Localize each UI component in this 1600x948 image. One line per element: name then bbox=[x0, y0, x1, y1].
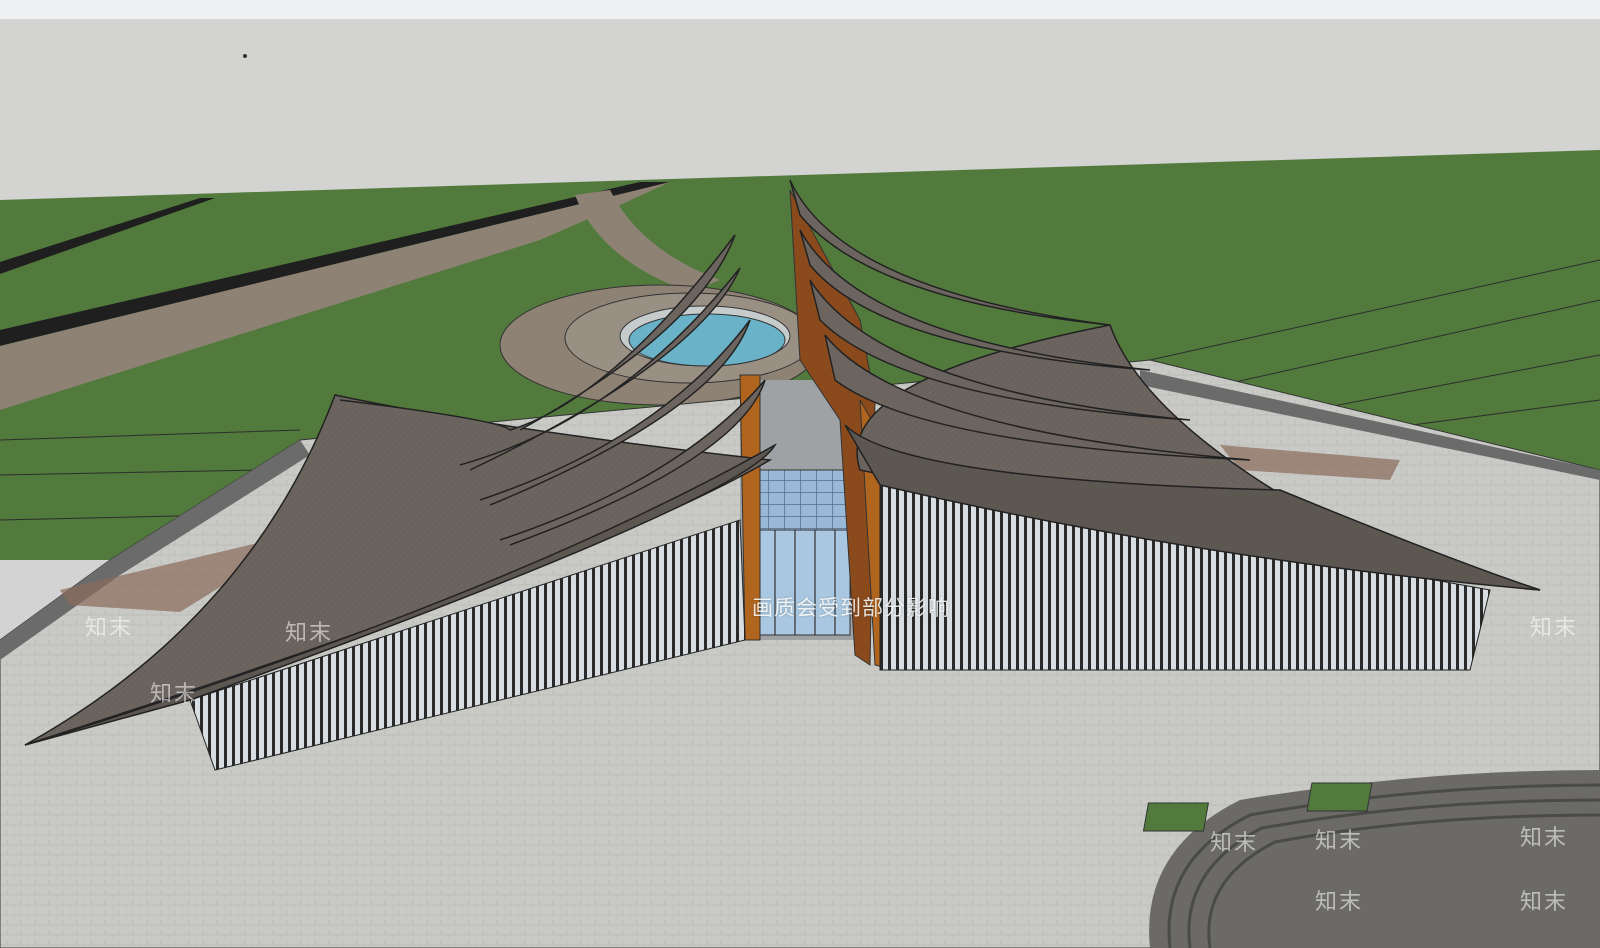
planter-box-2 bbox=[1306, 782, 1373, 812]
sketchup-viewport[interactable]: 知末 知末 知末 知末 知末 知末 知末 知末 知末 画质会受到部分影响 bbox=[0, 0, 1600, 948]
3d-model-scene[interactable] bbox=[0, 0, 1600, 948]
planter-box-1 bbox=[1142, 802, 1209, 832]
sky-dot bbox=[243, 54, 247, 58]
quality-notice-banner: 画质会受到部分影响 bbox=[752, 596, 950, 620]
